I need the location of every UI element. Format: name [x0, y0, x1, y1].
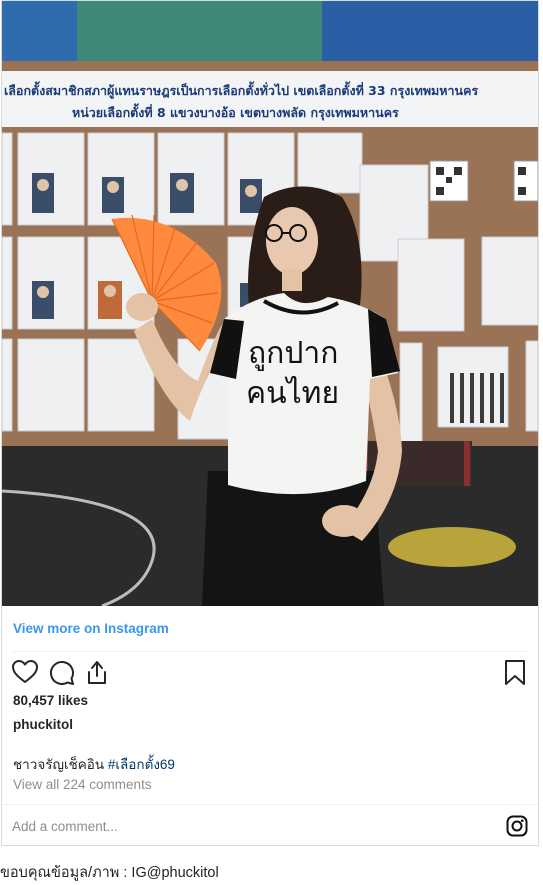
instagram-embed: เลือกตั้งสมาชิกสภาผู้แทนราษฎรเป็นการเลือ… — [1, 0, 539, 846]
divider — [13, 651, 527, 652]
post-photo[interactable]: เลือกตั้งสมาชิกสภาผู้แทนราษฎรเป็นการเลือ… — [2, 1, 538, 606]
add-comment-input[interactable] — [12, 816, 472, 836]
caption-text: ชาวจรัญเช็คอิน — [13, 757, 108, 772]
shirt-text-line-2: คนไทย — [246, 375, 339, 411]
caption-hashtag[interactable]: #เลือกตั้ง69 — [108, 757, 175, 772]
view-more-on-instagram-link[interactable]: View more on Instagram — [13, 621, 169, 636]
banner-line-2: หน่วยเลือกตั้งที่ 8 แขวงบางอ้อ เขตบางพลั… — [72, 103, 399, 121]
comment-icon[interactable] — [47, 658, 75, 686]
heart-icon[interactable] — [11, 658, 39, 686]
instagram-icon[interactable] — [506, 815, 528, 837]
photo-credit: ขอบคุณข้อมูล/ภาพ : IG@phuckitol — [0, 865, 219, 881]
post-username[interactable]: phuckitol — [13, 717, 73, 732]
comment-bar — [2, 804, 538, 847]
shirt-text-line-1: ถูกปาก — [248, 336, 338, 371]
bookmark-icon[interactable] — [501, 658, 529, 686]
share-icon[interactable] — [83, 658, 111, 686]
banner-line-1: เลือกตั้งสมาชิกสภาผู้แทนราษฎรเป็นการเลือ… — [4, 81, 478, 99]
likes-count[interactable]: 80,457 likes — [13, 693, 88, 708]
action-bar — [2, 656, 538, 688]
view-all-comments-link[interactable]: View all 224 comments — [13, 777, 152, 792]
post-caption: ชาวจรัญเช็คอิน #เลือกตั้ง69 — [13, 753, 175, 775]
